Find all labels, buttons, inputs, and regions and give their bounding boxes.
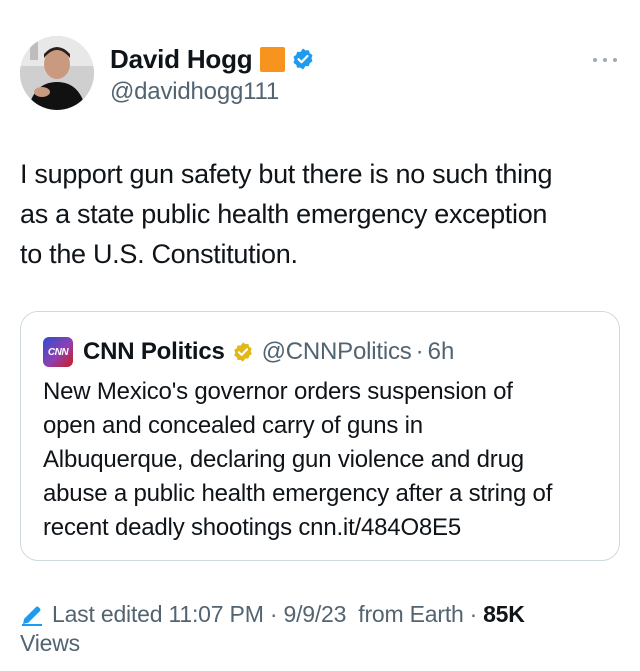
quoted-text-line: Albuquerque, declaring gun violence and … xyxy=(43,446,524,473)
author-name-row[interactable]: David Hogg xyxy=(110,42,315,76)
cnn-logo-text: CNN xyxy=(47,346,69,358)
tweet-text-line: to the U.S. Constitution. xyxy=(20,239,298,269)
tweet-text-line: I support gun safety but there is no suc… xyxy=(20,159,553,189)
display-name[interactable]: David Hogg xyxy=(110,44,253,75)
tweet-text-line: as a state public health emergency excep… xyxy=(20,199,548,229)
tweet-text: I support gun safety but there is no suc… xyxy=(20,154,625,274)
quoted-author-name[interactable]: CNN Politics xyxy=(83,338,225,366)
quoted-text-line: New Mexico's governor orders suspension … xyxy=(43,378,513,405)
quoted-tweet[interactable]: CNN CNN Politics @CNNPolitics · 6h New M… xyxy=(20,311,620,561)
pencil-icon[interactable] xyxy=(20,603,44,627)
quoted-text-line: abuse a public health emergency after a … xyxy=(43,480,553,507)
avatar[interactable] xyxy=(20,36,94,110)
source-label: from Earth xyxy=(358,601,464,627)
quoted-tweet-text: New Mexico's governor orders suspension … xyxy=(43,375,613,545)
verified-badge-icon[interactable] xyxy=(291,47,315,71)
quoted-tweet-header: CNN CNN Politics @CNNPolitics · 6h xyxy=(43,335,454,369)
orange-square-emoji xyxy=(260,46,286,72)
quoted-text-line: open and concealed carry of guns in xyxy=(43,412,423,439)
views-count[interactable]: 85K xyxy=(483,600,525,629)
cnn-logo-avatar[interactable]: CNN xyxy=(43,337,73,367)
quoted-author-handle[interactable]: @CNNPolitics xyxy=(262,338,412,366)
tweet-meta: Last edited 11:07 PM · 9/9/23 from Earth… xyxy=(20,600,620,658)
gold-verified-badge-icon xyxy=(233,342,252,362)
separator-dot: · xyxy=(469,601,478,627)
more-horizontal-icon[interactable] xyxy=(593,56,617,64)
avatar-photo xyxy=(20,36,94,110)
tweet-card: David Hogg @davidhogg111 I support gun s… xyxy=(0,0,640,671)
author-handle[interactable]: @davidhogg111 xyxy=(110,78,279,106)
last-edited-link[interactable]: Last edited 11:07 PM · 9/9/23 xyxy=(52,600,346,629)
quoted-text-line: recent deadly shootings cnn.it/484O8E5 xyxy=(43,514,462,541)
separator-dot: · xyxy=(415,338,424,365)
quoted-timestamp[interactable]: 6h xyxy=(428,338,455,366)
views-label: Views xyxy=(20,630,80,656)
